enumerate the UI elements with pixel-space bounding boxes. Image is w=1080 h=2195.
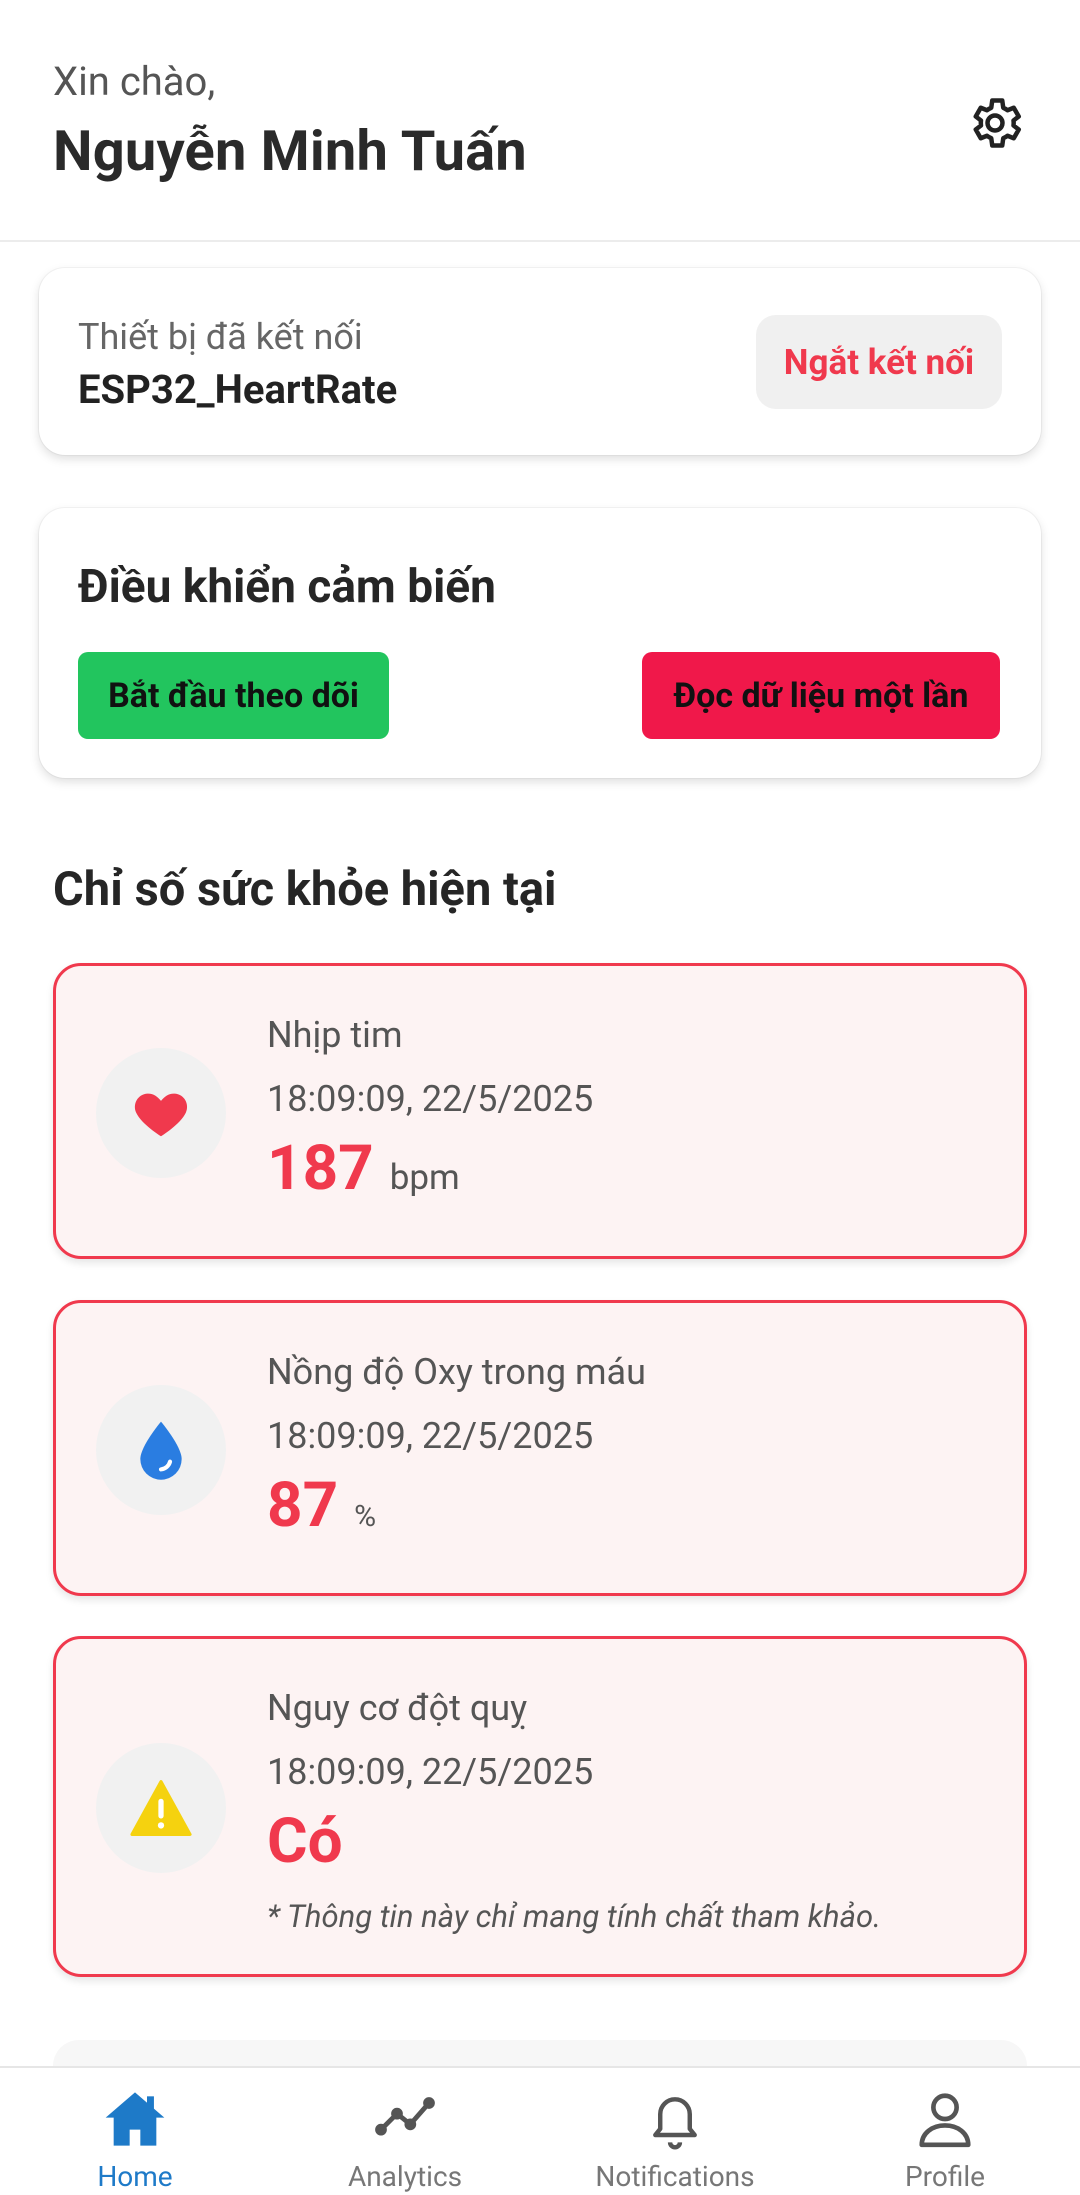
spo2-card: Nồng độ Oxy trong máu 18:09:09, 22/5/202…: [53, 1300, 1027, 1596]
metric-value: 87 %: [267, 1469, 376, 1542]
user-name: Nguyễn Minh Tuấn: [53, 118, 527, 184]
heart-rate-unit: bpm: [389, 1157, 460, 1198]
analytics-icon: [375, 2097, 435, 2136]
sensor-control-card: Điều khiển cảm biến Bắt đầu theo dõi Đọc…: [39, 508, 1041, 778]
heart-icon: [134, 1093, 188, 1137]
device-label: Thiết bị đã kết nối: [78, 316, 363, 358]
bottom-nav: Home Analytics Notifications Profile: [0, 2066, 1080, 2195]
heart-rate-value: 187: [267, 1132, 374, 1205]
settings-button[interactable]: [962, 90, 1028, 156]
heart-rate-card: Nhịp tim 18:09:09, 22/5/2025 187 bpm: [53, 963, 1027, 1259]
nav-home[interactable]: Home: [0, 2068, 270, 2195]
person-icon: [919, 2093, 971, 2148]
nav-analytics-label: Analytics: [347, 2160, 463, 2193]
stroke-risk-card: Nguy cơ đột quỵ 18:09:09, 22/5/2025 Có *…: [53, 1636, 1027, 1977]
header: Xin chào, Nguyễn Minh Tuấn: [0, 0, 1080, 242]
disconnect-button[interactable]: Ngắt kết nối: [756, 315, 1002, 409]
nav-profile-label: Profile: [904, 2160, 986, 2193]
nav-notifications-label: Notifications: [595, 2160, 755, 2193]
section-title: Chỉ số sức khỏe hiện tại: [53, 862, 557, 917]
nav-home-label: Home: [97, 2160, 173, 2193]
gear-icon: [973, 98, 1021, 148]
water-drop-icon-wrap: [96, 1385, 226, 1515]
metric-time: 18:09:09, 22/5/2025: [267, 1415, 594, 1457]
spo2-unit: %: [354, 1499, 377, 1534]
home-icon: [105, 2092, 165, 2146]
metric-label: Nguy cơ đột quỵ: [267, 1687, 528, 1729]
warning-icon: [130, 1780, 192, 1836]
warning-icon-wrap: [96, 1743, 226, 1873]
control-title: Điều khiển cảm biến: [78, 560, 496, 614]
home-screen: Xin chào, Nguyễn Minh Tuấn Thiết bị đã k…: [0, 0, 1080, 2195]
nav-notifications[interactable]: Notifications: [540, 2068, 810, 2195]
read-once-button[interactable]: Đọc dữ liệu một lần: [642, 652, 1000, 739]
stroke-risk-value: Có: [267, 1805, 343, 1878]
nav-profile[interactable]: Profile: [810, 2068, 1080, 2195]
spo2-value: 87: [267, 1469, 339, 1542]
metric-value: 187 bpm: [267, 1132, 460, 1205]
metric-time: 18:09:09, 22/5/2025: [267, 1078, 594, 1120]
start-monitoring-button[interactable]: Bắt đầu theo dõi: [78, 652, 389, 739]
disclaimer-note: * Thông tin này chỉ mang tính chất tham …: [267, 1898, 882, 1935]
water-drop-icon: [140, 1421, 182, 1480]
metric-label: Nhịp tim: [267, 1014, 403, 1056]
device-name: ESP32_HeartRate: [78, 366, 398, 413]
bell-icon: [653, 2097, 697, 2150]
metric-label: Nồng độ Oxy trong máu: [267, 1351, 646, 1393]
nav-analytics[interactable]: Analytics: [270, 2068, 540, 2195]
device-card: Thiết bị đã kết nối ESP32_HeartRate Ngắt…: [39, 268, 1041, 455]
heart-icon-wrap: [96, 1048, 226, 1178]
metric-time: 18:09:09, 22/5/2025: [267, 1751, 594, 1793]
greeting-text: Xin chào,: [53, 58, 216, 105]
